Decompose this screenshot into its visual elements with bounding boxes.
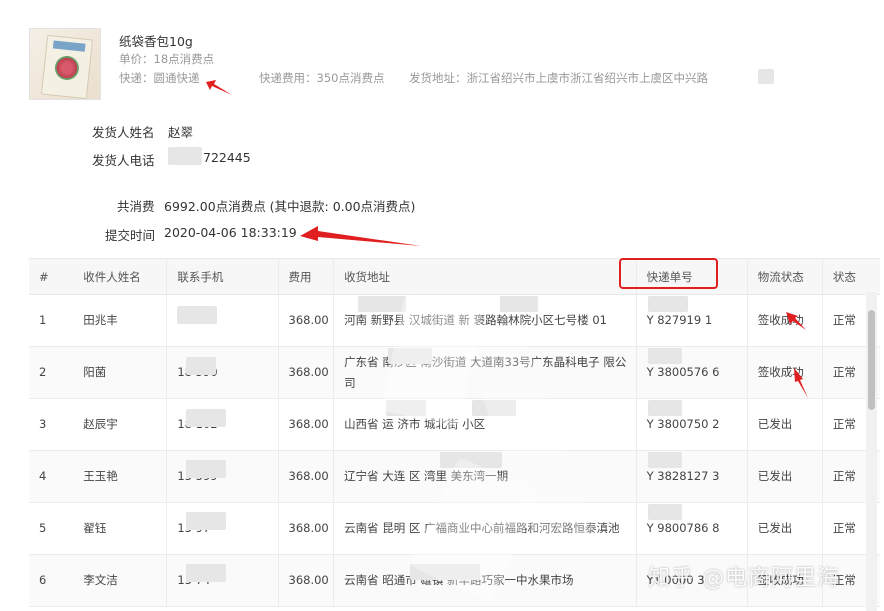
submit-time-label: 提交时间 (105, 228, 156, 243)
cell-fee: 368.00 (278, 554, 335, 607)
redaction-blur (186, 512, 226, 530)
cell-fee: 368.00 (278, 398, 335, 451)
header-address: 收货地址 (333, 258, 637, 295)
product-image (29, 28, 101, 100)
sender-phone-value: 722445 (203, 150, 251, 165)
cell-fee: 368.00 (278, 346, 335, 399)
cell-fee: 368.00 (278, 294, 335, 347)
redaction-blur (358, 296, 406, 312)
header-recipient-name: 收件人姓名 (73, 258, 168, 295)
cell-fee: 368.00 (278, 502, 335, 555)
cell-logistics-status: 签收成功 (747, 346, 823, 399)
total-label: 共消费 (117, 199, 155, 214)
cell-logistics-status: 已发出 (747, 398, 823, 451)
redaction-blur (648, 504, 682, 520)
redaction-blur (186, 460, 226, 478)
product-courier: 快递：圆通快递 (119, 71, 200, 85)
cell-phone: 18 590 (166, 346, 279, 399)
redaction-blur (186, 357, 216, 375)
cell-index: 4 (29, 450, 74, 503)
cell-recipient-name: 田兆丰 (73, 294, 168, 347)
cell-recipient-name: 阳菌 (73, 346, 168, 399)
watermark-text: 知乎 @电商阿里海 (648, 566, 840, 591)
sender-name-label: 发货人姓名 (92, 125, 155, 140)
sender-name-value: 赵翠 (168, 125, 194, 140)
cell-logistics-status: 已发出 (747, 502, 823, 555)
total-value: 6992.00点消费点 (其中退款: 0.00点消费点) (164, 199, 416, 214)
product-bag-graphic (40, 34, 94, 99)
redaction-blur (648, 296, 688, 312)
table-header-row: # 收件人姓名 联系手机 费用 收货地址 快递单号 物流状态 状态 (29, 258, 880, 295)
redaction-blur (648, 348, 682, 364)
cell-index: 5 (29, 502, 74, 555)
cell-index: 6 (29, 554, 74, 607)
redaction-blur (186, 409, 226, 427)
redaction-blur (758, 69, 774, 84)
arrow-submit-time (300, 226, 421, 246)
cell-index: 3 (29, 398, 74, 451)
redaction-blur (648, 452, 682, 468)
header-fee: 费用 (278, 258, 335, 295)
product-ship-from: 发货地址：浙江省绍兴市上虞市浙江省绍兴市上虞区中兴路 (409, 71, 708, 85)
cell-logistics-status: 已发出 (747, 450, 823, 503)
tracking-header-highlight (619, 258, 718, 289)
cell-recipient-name: 赵辰宇 (73, 398, 168, 451)
cell-recipient-name: 王玉艳 (73, 450, 168, 503)
redaction-blur (186, 564, 226, 582)
cell-index: 1 (29, 294, 74, 347)
header-phone: 联系手机 (166, 258, 279, 295)
cell-fee: 368.00 (278, 450, 335, 503)
cell-index: 2 (29, 346, 74, 399)
redaction-blur (168, 147, 202, 165)
sender-phone-label: 发货人电话 (92, 153, 155, 168)
submit-time-value: 2020-04-06 18:33:19 (164, 225, 297, 240)
bag-flower-graphic (53, 54, 81, 82)
cell-logistics-status: 签收成功 (747, 294, 823, 347)
redaction-blur (177, 306, 217, 324)
cell-recipient-name: 翟钰 (73, 502, 168, 555)
product-name: 纸袋香包10g (119, 34, 193, 49)
product-shipping-fee: 快递费用：350点消费点 (259, 71, 385, 85)
table-scrollbar[interactable] (866, 292, 877, 611)
redaction-blur (648, 400, 682, 416)
product-unit-price: 单价：18点消费点 (119, 52, 215, 66)
redaction-blur (500, 296, 538, 312)
bag-label-graphic (52, 40, 86, 52)
scrollbar-thumb[interactable] (868, 310, 875, 410)
cell-recipient-name: 李文洁 (73, 554, 168, 607)
header-index: # (29, 258, 74, 295)
arrow-courier (206, 80, 232, 95)
header-status: 状态 (822, 258, 880, 295)
header-logistics-status: 物流状态 (747, 258, 823, 295)
